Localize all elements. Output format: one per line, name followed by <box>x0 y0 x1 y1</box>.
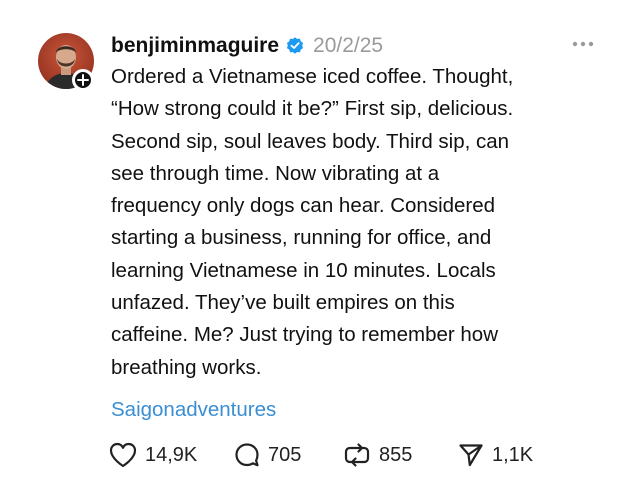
post-card: benjiminmaguire 20/2/25 Ordered a Vietna… <box>0 0 640 489</box>
author-username[interactable]: benjiminmaguire <box>111 34 279 58</box>
action-bar: 14,9K 705 855 1,1K <box>108 440 547 470</box>
like-button[interactable]: 14,9K <box>108 441 233 469</box>
post-body-line: starting a business, running for office,… <box>111 226 492 250</box>
post-body: Ordered a Vietnamese iced coffee. Though… <box>111 61 611 384</box>
verified-badge-icon <box>286 37 304 54</box>
heart-icon <box>109 442 137 468</box>
more-options-icon[interactable] <box>568 34 598 54</box>
comment-icon <box>235 443 259 467</box>
post-body-line: breathing works. <box>111 355 262 379</box>
hashtag-link[interactable]: Saigonadventures <box>111 394 276 426</box>
follow-plus-button[interactable] <box>72 69 94 91</box>
send-icon <box>459 444 483 467</box>
repost-count: 855 <box>379 443 413 466</box>
share-count: 1,1K <box>492 443 534 466</box>
plus-icon <box>77 74 89 86</box>
like-count: 14,9K <box>145 443 198 466</box>
post-body-line: Second sip, soul leaves body. Third sip,… <box>111 129 510 153</box>
post-timestamp: 20/2/25 <box>313 34 384 57</box>
post-body-line: caffeine. Me? Just trying to remember ho… <box>111 323 499 347</box>
repost-icon <box>344 443 370 467</box>
post-body-line: learning Vietnamese in 10 minutes. Local… <box>111 258 496 282</box>
post-body-line: see through time. Now vibrating at a <box>111 161 440 185</box>
reply-count: 705 <box>268 443 302 466</box>
repost-button[interactable]: 855 <box>342 441 457 469</box>
post-body-line: unfazed. They’ve built empires on this <box>111 291 455 315</box>
avatar-container <box>38 33 94 91</box>
share-button[interactable]: 1,1K <box>457 441 547 469</box>
post-body-line: “How strong could it be?” First sip, del… <box>111 97 514 121</box>
reply-button[interactable]: 705 <box>233 441 342 469</box>
post-body-line: frequency only dogs can hear. Considered <box>111 194 496 218</box>
post-body-line: Ordered a Vietnamese iced coffee. Though… <box>111 65 514 88</box>
post-header: benjiminmaguire 20/2/25 <box>111 30 383 62</box>
